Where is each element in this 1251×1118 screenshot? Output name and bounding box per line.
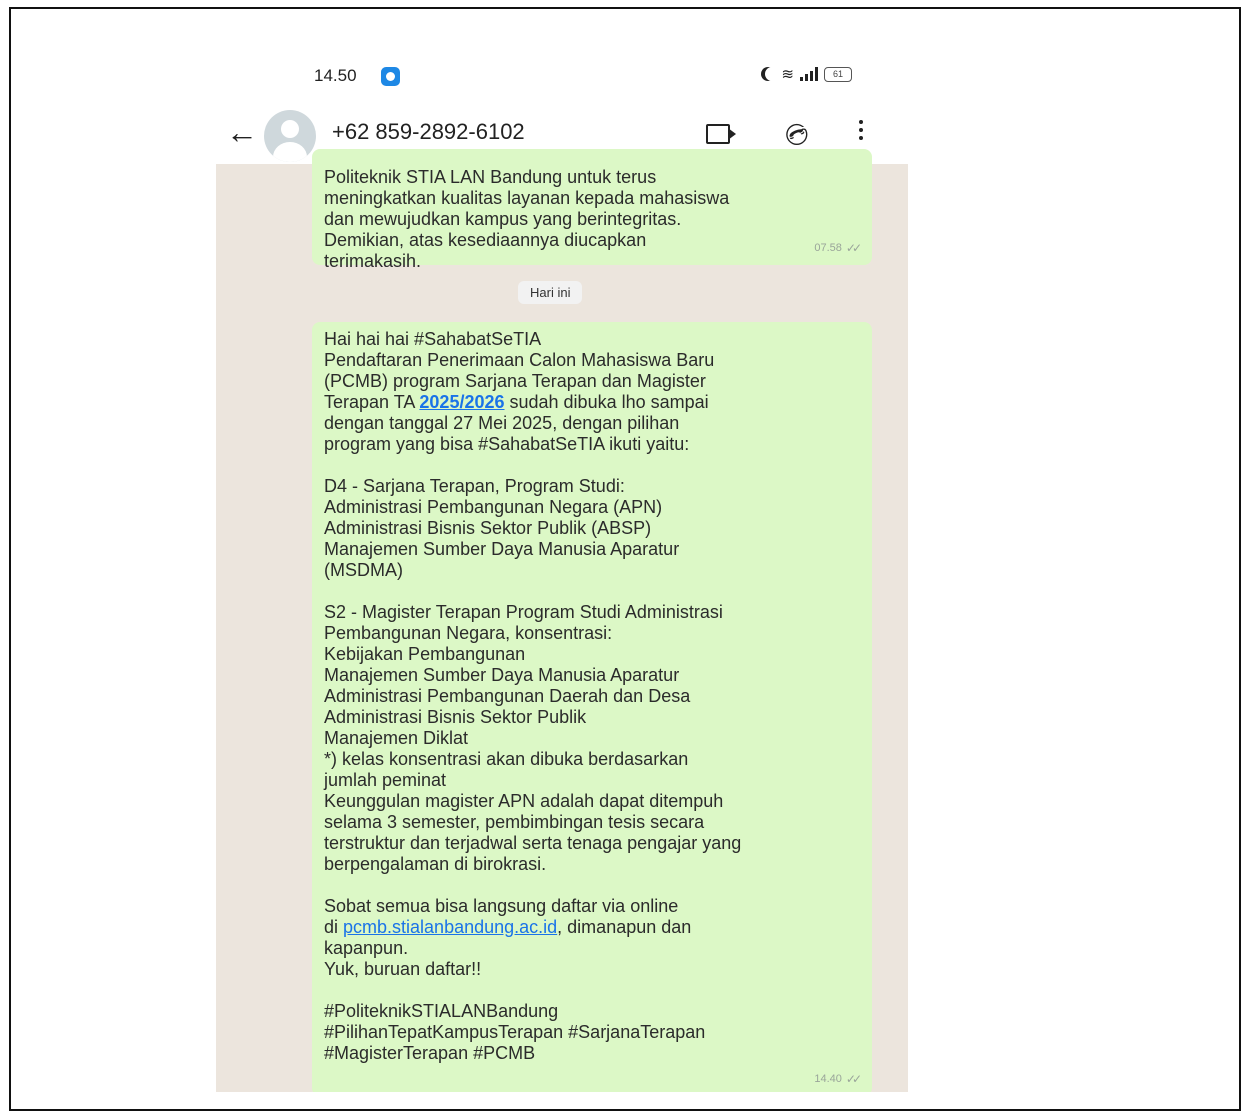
phone-screen: 14.50 ≋ 61 ← +62 859-2892-6102 ✆ Politek… bbox=[216, 52, 908, 1092]
do-not-disturb-icon bbox=[765, 67, 779, 81]
battery-icon: 61 bbox=[824, 66, 852, 82]
message-bubble-outgoing[interactable]: Politeknik STIA LAN Bandung untuk terus … bbox=[312, 149, 872, 271]
double-check-icon: ✓✓ bbox=[845, 241, 862, 255]
registration-link[interactable]: pcmb.stialanbandung.ac.id bbox=[343, 917, 557, 937]
message-meta: 07.58 ✓✓ bbox=[814, 238, 862, 259]
more-options-icon[interactable] bbox=[859, 120, 865, 144]
message-text-part: sudah dibuka lho sampai dengan tanggal 2… bbox=[324, 392, 742, 937]
message-text: Politeknik STIA LAN Bandung untuk terus … bbox=[324, 167, 730, 271]
message-text: Hai hai hai #SahabatSeTIA Pendaftaran Pe… bbox=[324, 329, 869, 1064]
voice-call-icon[interactable]: ✆ bbox=[781, 123, 814, 146]
status-time: 14.50 bbox=[314, 66, 357, 85]
contact-name[interactable]: +62 859-2892-6102 bbox=[332, 119, 525, 145]
screenshot-frame: 14.50 ≋ 61 ← +62 859-2892-6102 ✆ Politek… bbox=[9, 7, 1241, 1111]
date-separator: Hari ini bbox=[518, 281, 583, 304]
message-text-part: , dimanapun dan kapanpun. Yuk, buruan da… bbox=[324, 917, 706, 1063]
back-arrow-icon[interactable]: ← bbox=[226, 114, 258, 150]
message-bubble-outgoing[interactable]: Hai hai hai #SahabatSeTIA Pendaftaran Pe… bbox=[312, 322, 872, 1092]
status-bar: 14.50 ≋ 61 bbox=[216, 52, 908, 102]
double-check-icon: ✓✓ bbox=[845, 1072, 862, 1086]
message-time: 07.58 bbox=[814, 242, 842, 254]
message-time: 14.40 bbox=[814, 1073, 842, 1085]
wifi-icon: ≋ bbox=[781, 66, 794, 83]
signal-icon bbox=[800, 67, 818, 81]
status-icons: ≋ 61 bbox=[761, 65, 852, 83]
year-link[interactable]: 2025/2026 bbox=[419, 392, 504, 412]
video-call-icon[interactable] bbox=[706, 124, 736, 144]
avatar[interactable] bbox=[264, 110, 316, 162]
notification-icon bbox=[381, 67, 400, 86]
message-meta: 14.40 ✓✓ bbox=[814, 1069, 862, 1090]
